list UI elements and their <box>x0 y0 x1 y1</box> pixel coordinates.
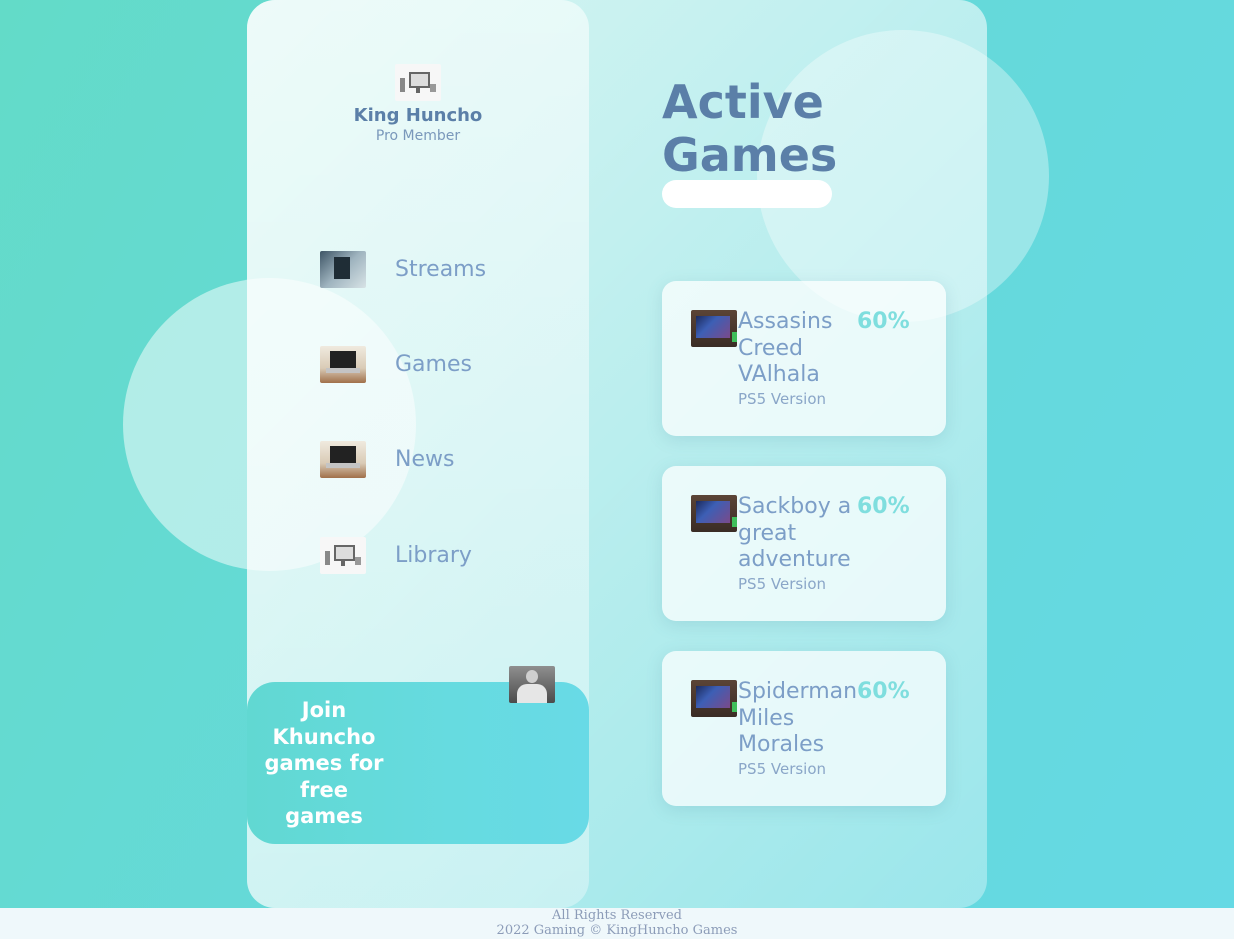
game-platform: PS5 Version <box>738 390 827 408</box>
laptop-icon <box>320 346 366 383</box>
profile-section: King Huncho Pro Member <box>247 64 589 144</box>
game-thumbnail-icon <box>691 495 737 532</box>
sidebar-item-label: Library <box>395 543 472 568</box>
streaming-setup-icon <box>320 251 366 288</box>
profile-name: King Huncho <box>353 105 483 126</box>
sidebar-item-label: Streams <box>395 257 487 282</box>
game-card[interactable]: Spiderman Miles Morales PS5 Version 60% <box>662 651 946 806</box>
join-promo-text[interactable]: Join Khuncho games for free games <box>259 697 389 830</box>
game-thumbnail-icon <box>691 680 737 717</box>
desktop-computer-icon[interactable] <box>395 64 441 101</box>
page-title: Active Games <box>662 75 838 182</box>
footer-copyright: 2022 Gaming © KingHuncho Games <box>496 923 738 938</box>
user-avatar-icon <box>509 666 555 703</box>
sidebar-item-games[interactable]: Games <box>320 346 472 383</box>
game-title: Assasins Creed VAlhala <box>738 309 833 387</box>
game-platform: PS5 Version <box>738 760 827 778</box>
laptop-icon <box>320 441 366 478</box>
title-underline-bar <box>662 180 832 208</box>
footer: All Rights Reserved 2022 Gaming © KingHu… <box>0 908 1234 939</box>
game-title: Spiderman Miles Morales <box>738 679 858 757</box>
profile-membership: Pro Member <box>375 128 461 144</box>
game-card[interactable]: Assasins Creed VAlhala PS5 Version 60% <box>662 281 946 436</box>
footer-rights: All Rights Reserved <box>552 908 682 923</box>
game-title: Sackboy a great adventure <box>738 494 852 572</box>
game-progress: 60% <box>857 679 910 704</box>
sidebar-item-news[interactable]: News <box>320 441 454 478</box>
sidebar-item-label: Games <box>395 352 472 377</box>
game-thumbnail-icon <box>691 310 737 347</box>
sidebar-item-label: News <box>395 447 455 472</box>
game-card[interactable]: Sackboy a great adventure PS5 Version 60… <box>662 466 946 621</box>
game-progress: 60% <box>857 494 910 519</box>
desktop-computer-icon <box>320 537 366 574</box>
game-progress: 60% <box>857 309 910 334</box>
sidebar-item-library[interactable]: Library <box>320 537 472 574</box>
game-platform: PS5 Version <box>738 575 827 593</box>
sidebar-item-streams[interactable]: Streams <box>320 251 486 288</box>
